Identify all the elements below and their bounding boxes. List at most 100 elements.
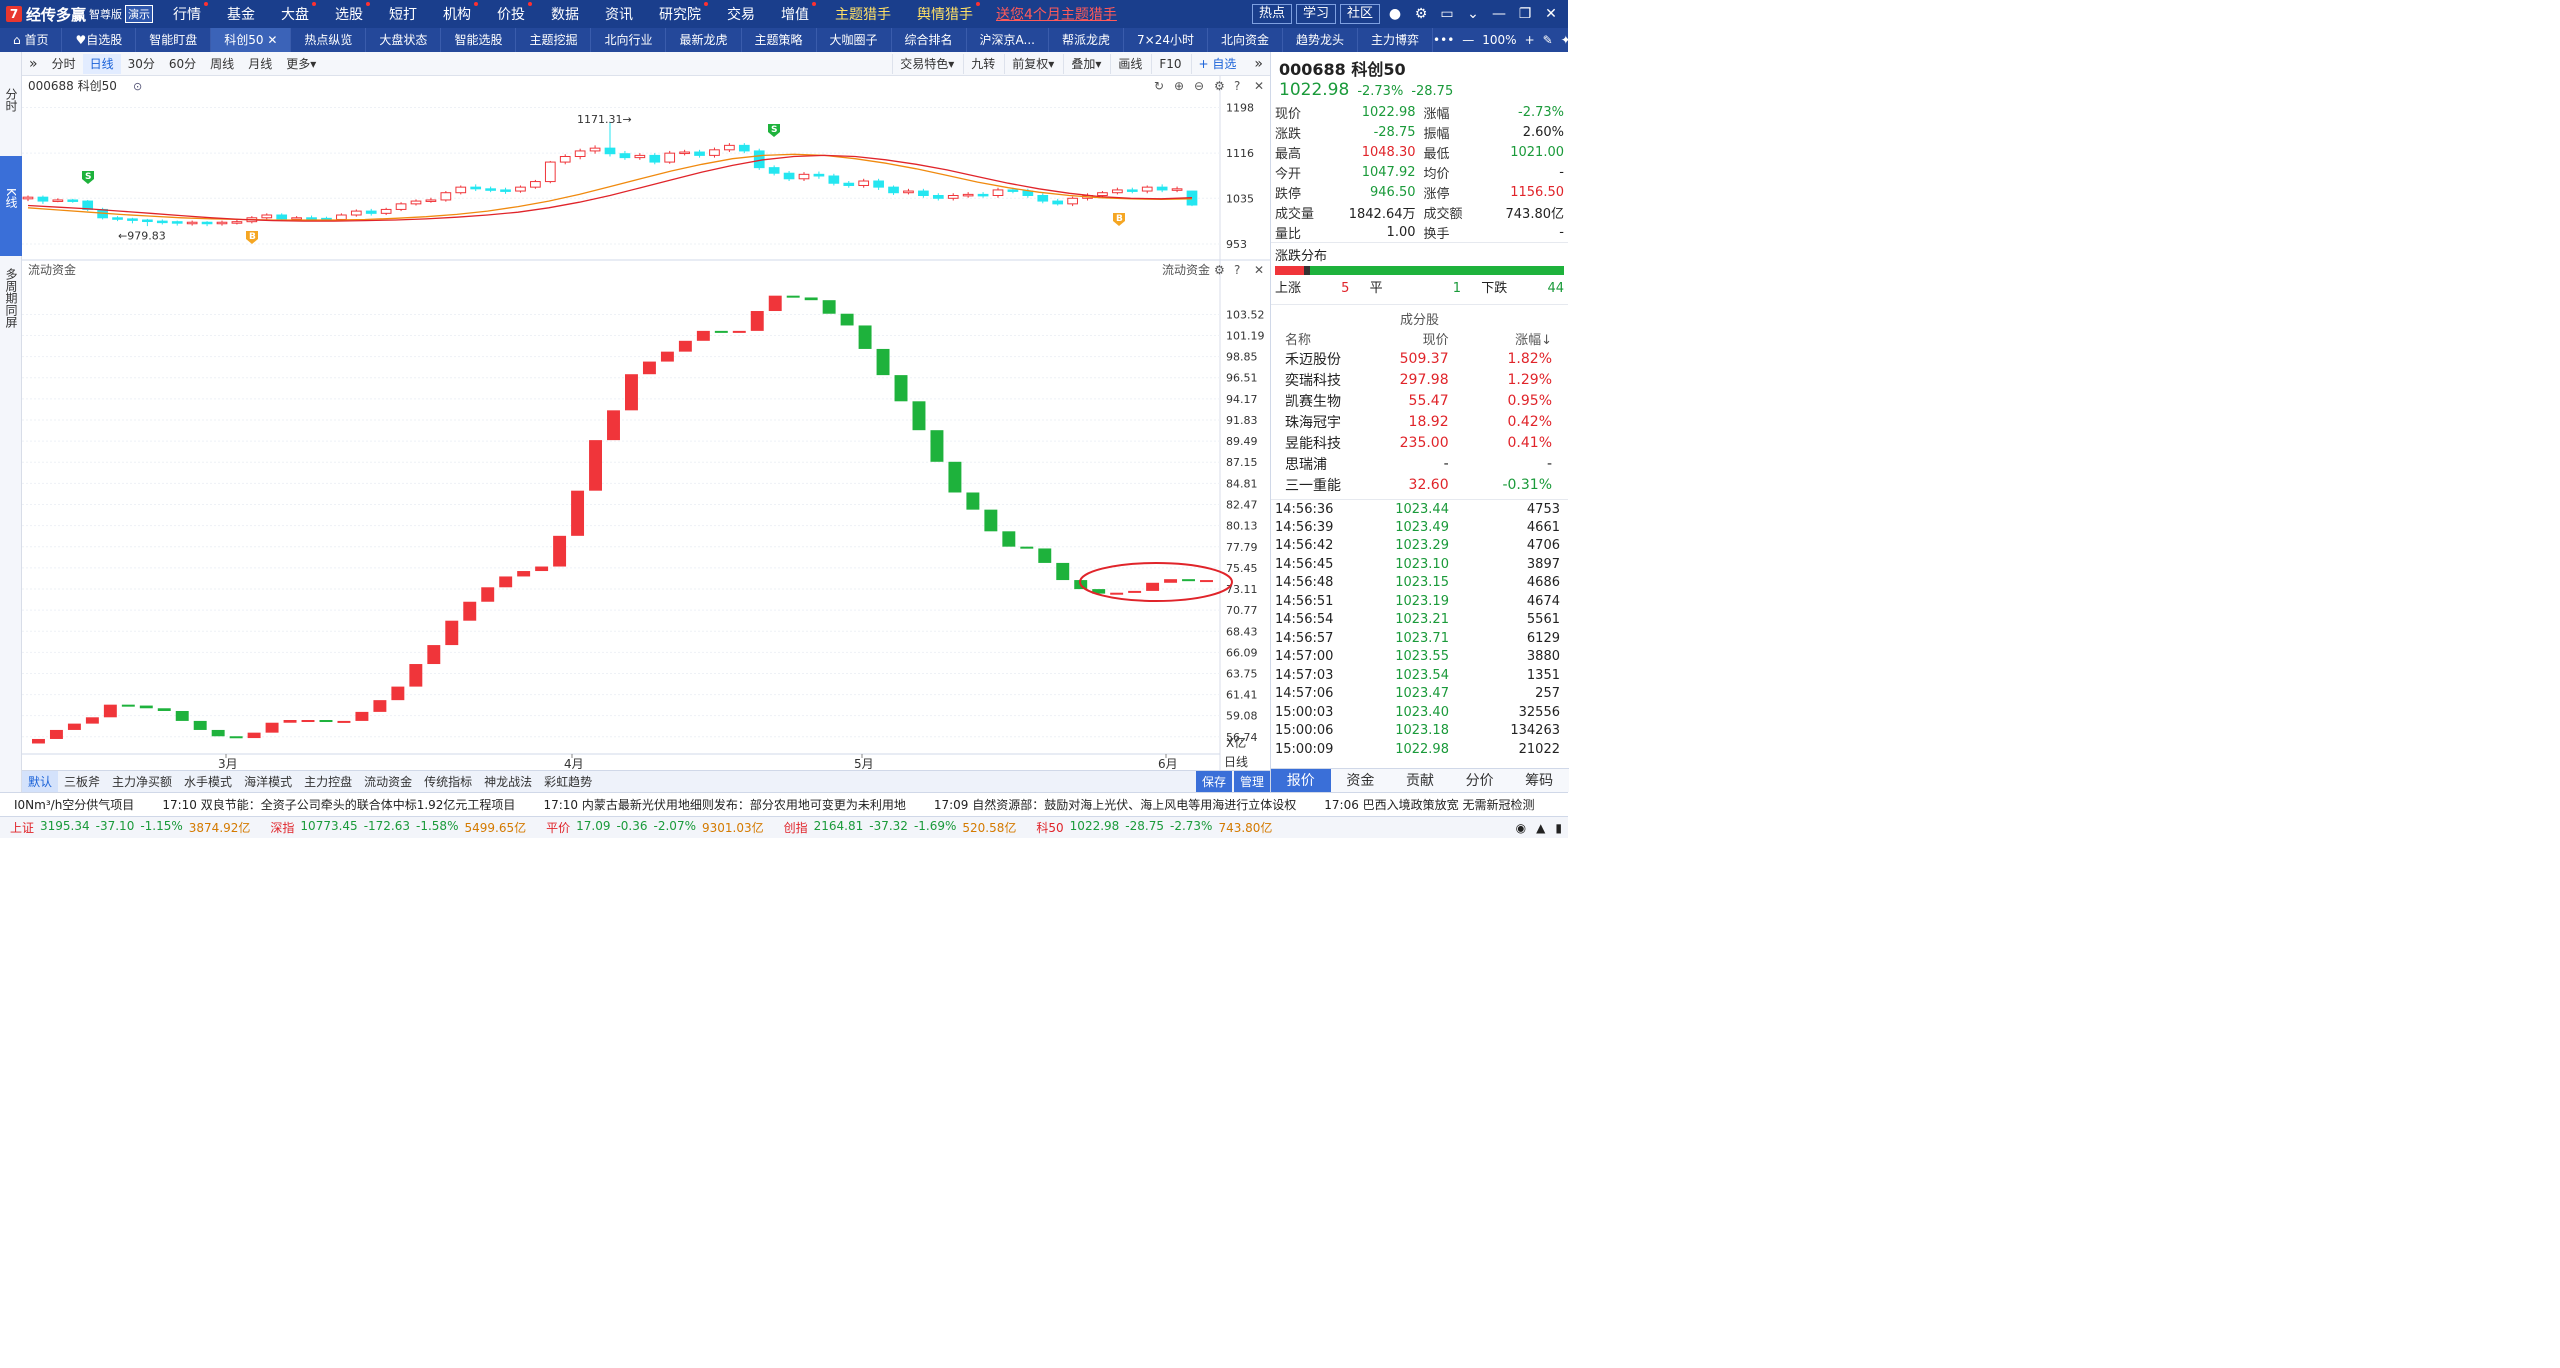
index-item[interactable]: 深指 10773.45 -172.63 -1.58% 5499.65亿 [260,819,536,836]
close-icon[interactable]: ✕ [1254,79,1264,93]
chart-tool-button[interactable]: 九转 [963,53,1002,74]
save-button[interactable]: 保存 [1195,770,1232,793]
indicator-tab[interactable]: 三板斧 [58,771,106,793]
indicator-tab[interactable]: 默认 [22,770,59,793]
components-header-cell[interactable]: 涨幅↓ [1465,328,1568,348]
right-tab[interactable]: 筹码 [1509,769,1569,792]
signal-icon[interactable]: ▮ [1555,821,1562,835]
promo-link[interactable]: 送您4个月主题猎手 [996,4,1117,24]
tab-item[interactable]: 主力博弈 [1358,28,1434,52]
tab-item[interactable]: 大咖圈子 [817,28,892,52]
zoom-in-icon[interactable]: + [1525,33,1535,47]
chart-tool-button[interactable]: 叠加▾ [1063,53,1108,74]
add-icon[interactable]: ⊕ [1174,79,1184,93]
learn-button[interactable]: 学习 [1295,4,1336,24]
index-item[interactable]: 科50 1022.98 -28.75 -2.73% 743.80亿 [1026,819,1282,836]
news-item[interactable]: 17:09 自然资源部：鼓励对海上光伏、海上风电等用海进行立体设权 [920,796,1310,813]
tab-item[interactable]: 趋势龙头 [1283,28,1359,52]
tab-item[interactable]: 沪深京A... [967,28,1049,52]
news-item[interactable]: I0Nm³/h空分供气项目 [0,796,148,813]
nav-kline[interactable]: K线 [0,156,22,256]
tab-item[interactable]: 综合排名 [892,28,967,52]
gear-icon[interactable]: ⚙ [1214,263,1225,277]
tab-item[interactable]: 北向资金 [1208,28,1283,52]
tab-item[interactable]: 智能选股 [441,28,517,52]
news-item[interactable]: 17:06 巴西入境政策放宽 无需新冠检测 [1310,796,1548,813]
chart-tool-button[interactable]: 前复权▾ [1004,53,1061,74]
tab-item[interactable]: 大盘状态 [366,28,442,52]
menu-item[interactable]: 价投 [484,2,538,24]
component-row[interactable]: 昱能科技 235.00 0.41% [1271,432,1568,453]
tab-item[interactable]: 主题策略 [742,28,817,52]
gear-icon[interactable]: ⚙ [1410,6,1432,22]
demo-badge[interactable]: 演示 [125,5,154,23]
tab-item[interactable]: 帮派龙虎 [1049,28,1125,52]
tab-close-icon[interactable]: ✕ [264,33,277,47]
right-tab[interactable]: 报价 [1271,769,1331,792]
menu-item[interactable]: 增值 [768,2,822,24]
period-button[interactable]: 60分 [162,54,203,74]
hotspot-button[interactable]: 热点 [1251,4,1292,24]
chart-area[interactable]: 000688 科创50 ⊙ 流动资金 流动资金 ↻ ⊕ ⊖ ⚙? ✕ ⚙? ✕ 953 1035 1116… [22,76,1270,772]
period-button[interactable]: 更多▾ [279,54,323,74]
expand-icon[interactable]: » [1247,54,1270,74]
refresh-icon[interactable]: ↻ [1154,79,1164,93]
chart-tool-button[interactable]: F10 [1151,53,1188,74]
period-button[interactable]: 日线 [82,53,121,74]
community-button[interactable]: 社区 [1339,4,1380,24]
tab-item[interactable]: 智能盯盘 [136,28,212,52]
right-tab[interactable]: 贡献 [1390,769,1450,792]
chevron-down-icon[interactable]: ⌄ [1462,6,1484,22]
index-item[interactable]: 上证 3195.34 -37.10 -1.15% 3874.92亿 [0,819,260,836]
close-icon[interactable]: ✕ [1254,263,1264,277]
menu-item[interactable]: 主题猎手 [822,4,904,24]
period-button[interactable]: 周线 [203,54,241,74]
menu-item[interactable]: 交易 [714,4,768,24]
period-button[interactable]: 分时 [45,54,83,74]
news-item[interactable]: 17:10 内蒙古最新光伏用地细则发布：部分农用地可变更为未利用地 [529,796,919,813]
zoom-out-icon[interactable]: — [1462,33,1474,47]
pen-icon[interactable]: ✎ [1543,33,1553,47]
tab-item[interactable]: 北向行业 [591,28,667,52]
user-icon[interactable]: ● [1384,6,1406,22]
indicator-tab[interactable]: 彩虹趋势 [538,771,598,793]
period-button[interactable]: 月线 [241,54,279,74]
tab-item[interactable]: 7×24小时 [1124,28,1208,52]
tab-item[interactable]: ♥自选股 [62,28,137,52]
tab-item[interactable]: 科创50 ✕ [211,28,292,52]
component-row[interactable]: 凯赛生物 55.47 0.95% [1271,390,1568,411]
pin-icon[interactable]: ✦ [1561,33,1571,47]
manage-button[interactable]: 管理 [1233,770,1270,793]
menu-item[interactable]: 舆情猎手 [904,2,986,24]
tab-item[interactable]: 最新龙虎 [666,28,742,52]
indicator-tab[interactable]: 流动资金 [358,771,418,793]
collapse-icon[interactable]: » [22,54,45,74]
indicator-tab[interactable]: 主力控盘 [298,771,358,793]
menu-item[interactable]: 选股 [322,2,376,24]
restore-icon[interactable]: ❐ [1514,6,1536,22]
tab-item[interactable]: 主题挖掘 [516,28,592,52]
chart-tool-button[interactable]: + 自选 [1190,53,1244,74]
menu-item[interactable]: 短打 [376,4,430,24]
index-item[interactable]: 平价 17.09 -0.36 -2.07% 9301.03亿 [536,819,774,836]
indicator-tab[interactable]: 传统指标 [418,771,478,793]
menu-item[interactable]: 研究院 [646,2,714,24]
menu-item[interactable]: 大盘 [268,2,322,24]
more-tabs-icon[interactable]: ••• [1433,33,1454,47]
component-row[interactable]: 禾迈股份 509.37 1.82% [1271,348,1568,369]
right-tab[interactable]: 分价 [1450,769,1510,792]
menu-item[interactable]: 数据 [538,4,592,24]
period-button[interactable]: 30分 [121,54,162,74]
chart-tool-button[interactable]: 交易特色▾ [892,53,961,74]
nav-multiperiod[interactable]: 多周期同屏 [0,262,22,362]
indicator-tab[interactable]: 水手模式 [178,771,238,793]
minimize-icon[interactable]: — [1488,6,1510,22]
index-item[interactable]: 创指 2164.81 -37.32 -1.69% 520.58亿 [774,819,1027,836]
indicator-tab[interactable]: 神龙战法 [478,771,538,793]
tab-item[interactable]: ⌂ 首页 [0,28,63,52]
nav-timeshare[interactable]: 分时 [0,82,22,152]
window-icon[interactable]: ▭ [1436,6,1458,22]
wifi-icon[interactable]: ▲ [1536,821,1545,835]
menu-item[interactable]: 资讯 [592,4,646,24]
gear-icon[interactable]: ⚙ [1214,79,1225,93]
